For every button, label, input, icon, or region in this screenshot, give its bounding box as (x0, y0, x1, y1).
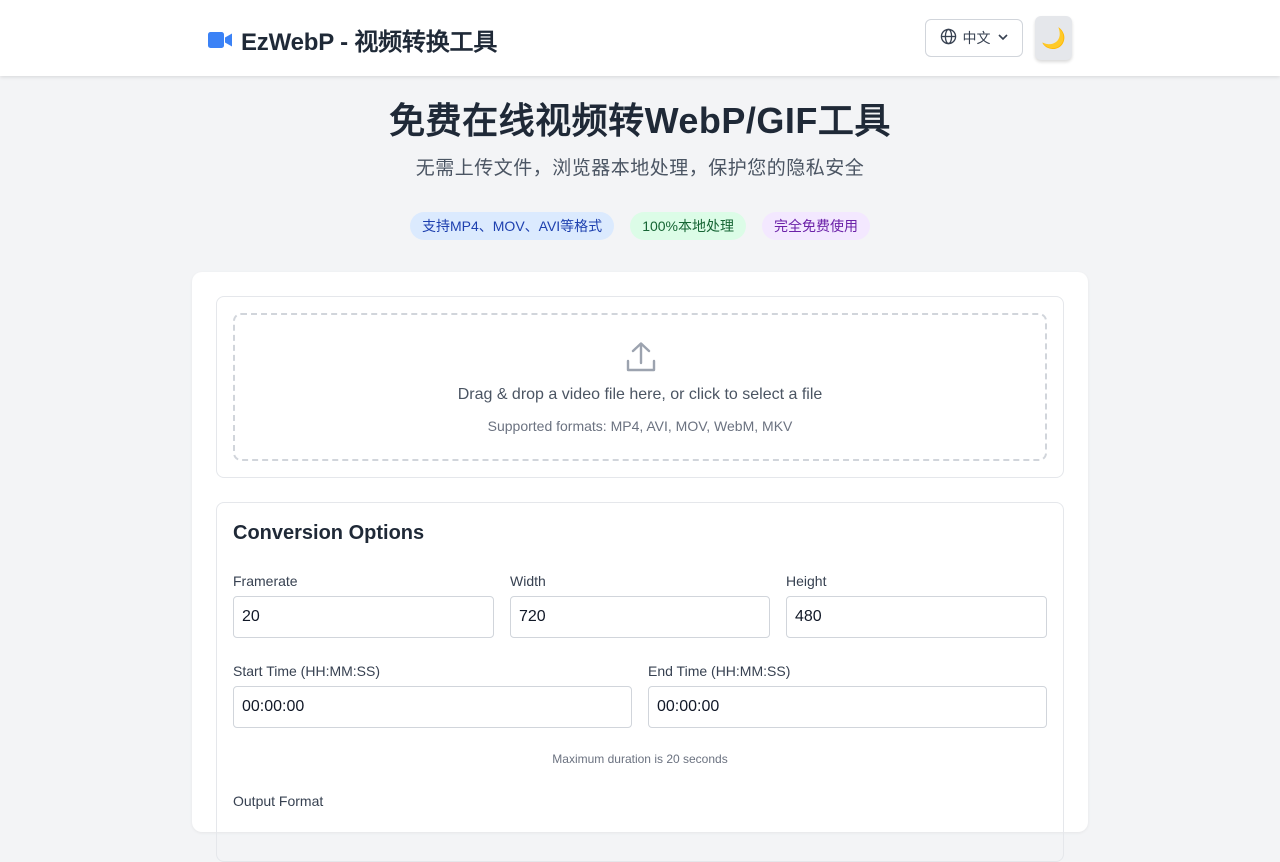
width-input[interactable] (510, 596, 770, 638)
app-header: EzWebP - 视频转换工具 中文 🌙 (0, 0, 1280, 76)
converter-card: Drag & drop a video file here, or click … (192, 272, 1088, 862)
moon-icon: 🌙 (1041, 27, 1066, 50)
feature-badges: 支持MP4、MOV、AVI等格式 100%本地处理 完全免费使用 (0, 212, 1280, 240)
hero-title: 免费在线视频转WebP/GIF工具 (389, 100, 891, 141)
upload-panel: Drag & drop a video file here, or click … (216, 296, 1064, 478)
options-title: Conversion Options (233, 522, 425, 544)
hero-subtitle: 无需上传文件，浏览器本地处理，保护您的隐私安全 (415, 158, 865, 179)
app-title: EzWebP - 视频转换工具 (241, 29, 498, 56)
badge-free: 完全免费使用 (762, 212, 870, 240)
app-logo[interactable]: EzWebP - 视频转换工具 (208, 22, 497, 57)
start-time-input[interactable] (233, 686, 632, 728)
width-label: Width (510, 573, 546, 589)
supported-formats: Supported formats: MP4, AVI, MOV, WebM, … (487, 418, 793, 434)
globe-icon (940, 28, 957, 48)
end-time-label: End Time (HH:MM:SS) (648, 663, 791, 679)
language-selector[interactable]: 中文 (925, 19, 1023, 57)
conversion-options-panel: Conversion Options Framerate Width Heigh… (216, 502, 1064, 862)
output-format-label: Output Format (233, 793, 324, 809)
badge-local-processing: 100%本地处理 (630, 212, 746, 240)
framerate-label: Framerate (233, 573, 298, 589)
start-time-label: Start Time (HH:MM:SS) (233, 663, 381, 679)
chevron-down-icon (997, 30, 1009, 46)
file-dropzone[interactable]: Drag & drop a video file here, or click … (233, 313, 1047, 461)
duration-note: Maximum duration is 20 seconds (552, 752, 728, 766)
dropzone-prompt: Drag & drop a video file here, or click … (457, 386, 823, 403)
badge-formats: 支持MP4、MOV、AVI等格式 (409, 212, 615, 240)
theme-toggle-button[interactable]: 🌙 (1035, 16, 1072, 60)
height-input[interactable] (786, 596, 1047, 638)
language-label: 中文 (962, 30, 991, 46)
end-time-input[interactable] (648, 686, 1047, 728)
height-label: Height (786, 573, 827, 589)
framerate-input[interactable] (233, 596, 494, 638)
video-camera-icon (208, 31, 233, 49)
upload-icon (625, 341, 657, 378)
